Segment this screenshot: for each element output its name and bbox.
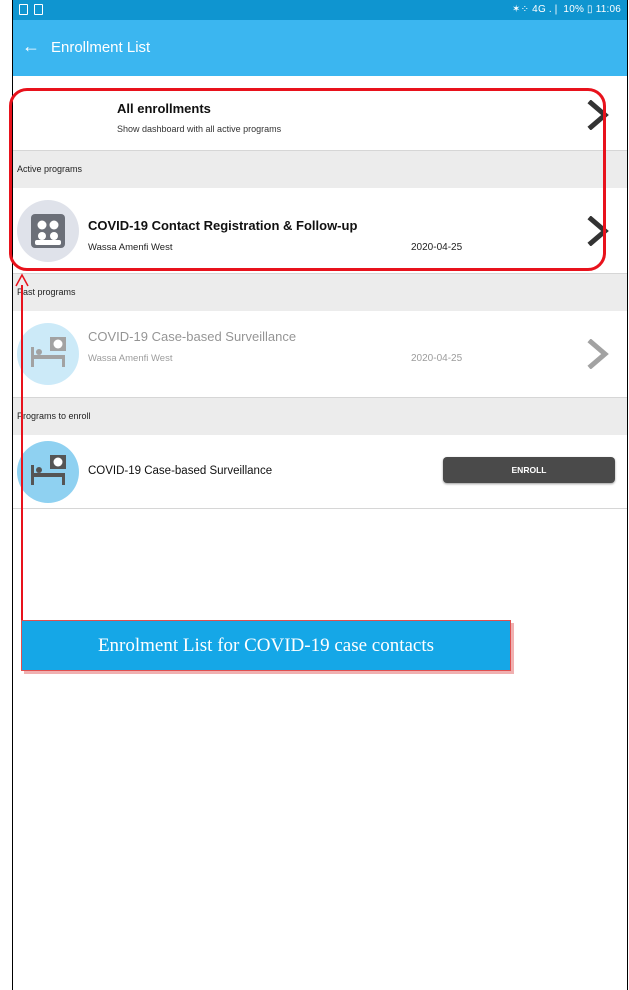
annotation-arrow (21, 285, 23, 621)
app-bar: ← Enrollment List (13, 20, 627, 76)
program-org-unit: Wassa Amenfi West (88, 353, 173, 364)
chevron-right-icon[interactable] (585, 338, 611, 370)
program-name: COVID-19 Case-based Surveillance (88, 329, 297, 344)
highlight-box (9, 88, 606, 271)
section-header-to-enroll: Programs to enroll (13, 398, 627, 435)
arrow-left-icon[interactable]: ← (22, 36, 40, 56)
status-indicators: ✶⁘ 4G .❘ 10% ▯ 11:06 (512, 4, 621, 15)
patient-bed-icon (17, 323, 79, 385)
notification-icon (19, 4, 28, 15)
arrow-up-icon (15, 273, 29, 287)
annotation-callout: Enrolment List for COVID-19 case contact… (21, 620, 511, 671)
enroll-program-row: COVID-19 Case-based Surveillance ENROLL (13, 435, 627, 509)
image-icon (34, 4, 43, 15)
status-icons-left (19, 4, 43, 15)
past-program-row[interactable]: COVID-19 Case-based Surveillance Wassa A… (13, 311, 627, 398)
status-bar: ✶⁘ 4G .❘ 10% ▯ 11:06 (13, 0, 627, 20)
program-name: COVID-19 Case-based Surveillance (88, 465, 273, 477)
patient-bed-icon (17, 441, 79, 503)
enroll-button[interactable]: ENROLL (443, 457, 615, 483)
program-date: 2020-04-25 (411, 353, 463, 364)
section-header-past: Past programs (13, 274, 627, 311)
page-title: Enrollment List (51, 39, 151, 56)
